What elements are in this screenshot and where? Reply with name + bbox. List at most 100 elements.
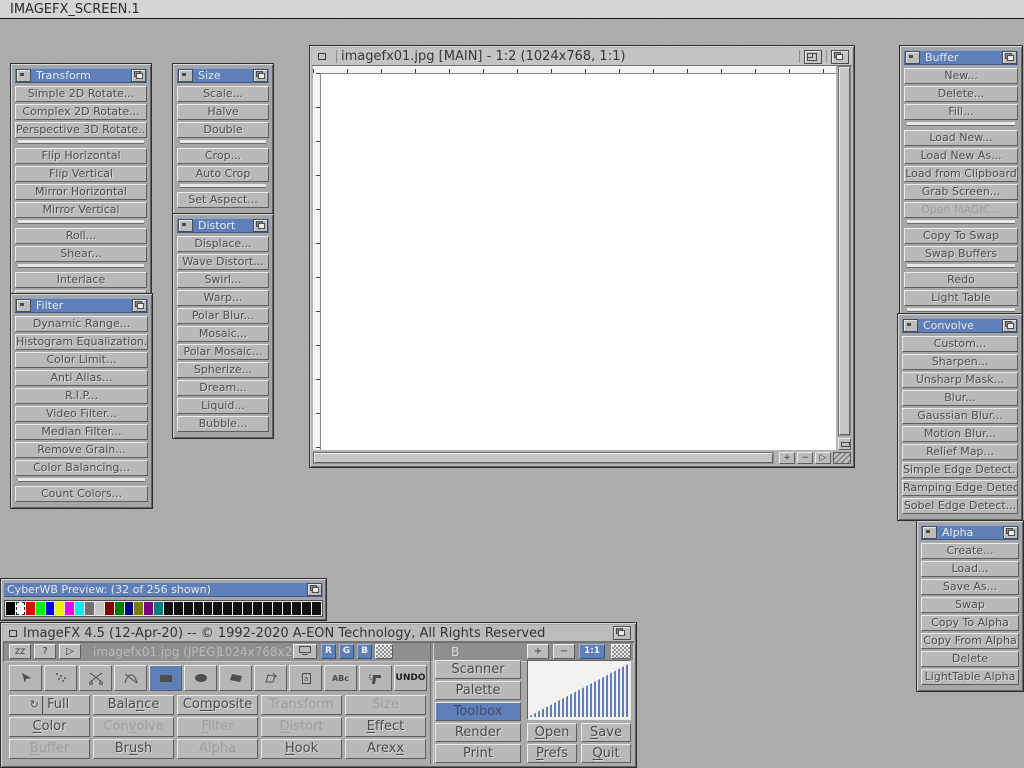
color-swatch[interactable] [253, 602, 262, 615]
color-button[interactable]: Color [9, 717, 90, 737]
color-swatch[interactable] [26, 602, 35, 615]
palette-button[interactable]: Auto Crop [177, 166, 269, 182]
full-cycle-button[interactable]: ↻Full [9, 695, 90, 715]
close-icon[interactable] [903, 319, 918, 332]
color-swatch[interactable] [46, 602, 55, 615]
palette-button[interactable]: Displace... [177, 236, 269, 252]
palette-button[interactable]: Set Aspect... [177, 192, 269, 208]
color-swatch[interactable] [194, 602, 203, 615]
palette-button[interactable]: Gaussian Blur... [902, 408, 1018, 424]
palette-button-main[interactable]: Palette [435, 681, 521, 700]
palette-button[interactable]: Interlace [15, 272, 147, 288]
color-swatch[interactable] [233, 602, 242, 615]
distort-titlebar[interactable]: Distort [177, 218, 269, 233]
close-icon[interactable] [5, 627, 21, 640]
pattern-button[interactable] [611, 644, 631, 659]
color-swatch[interactable] [144, 602, 153, 615]
text-tool[interactable]: ABc [324, 665, 357, 691]
color-swatch[interactable] [115, 602, 124, 615]
zoom-gadget-icon[interactable] [804, 50, 822, 64]
palette-button[interactable]: Simple Edge Detect... [902, 462, 1018, 478]
palette-button[interactable]: Flip Horizontal [15, 148, 147, 164]
depth-icon[interactable] [613, 626, 631, 640]
color-swatch[interactable] [223, 602, 232, 615]
palette-button[interactable]: Shear... [15, 246, 147, 262]
brush-tool[interactable]: a [289, 665, 322, 691]
palette-button[interactable]: Wave Distort... [177, 254, 269, 270]
palette-button[interactable]: Video Filter... [15, 406, 148, 422]
palette-button[interactable]: Mirror Horizontal [15, 184, 147, 200]
green-channel-button[interactable]: G [339, 644, 354, 659]
color-swatch[interactable] [292, 602, 301, 615]
size-titlebar[interactable]: Size [177, 68, 269, 83]
palette-button[interactable]: Scale... [177, 86, 269, 102]
palette-button[interactable]: LightTable Alpha [921, 669, 1019, 685]
quit-button[interactable]: Quit [581, 744, 631, 763]
palette-button[interactable]: Double [177, 122, 269, 138]
palette-button[interactable]: Motion Blur... [902, 426, 1018, 442]
color-swatch[interactable] [273, 602, 282, 615]
palette-button[interactable]: Create... [921, 543, 1019, 559]
color-swatch[interactable] [85, 602, 94, 615]
resize-handle[interactable] [833, 452, 851, 464]
airbrush-tool[interactable] [44, 665, 77, 691]
palette-button[interactable]: Mirror Vertical [15, 202, 147, 218]
color-swatch[interactable] [95, 602, 104, 615]
scrollbar-thumb[interactable] [314, 453, 773, 463]
palette-button[interactable]: Load from Clipboard [904, 166, 1018, 182]
palette-button[interactable]: Polar Blur... [177, 308, 269, 324]
color-swatch[interactable] [283, 602, 292, 615]
render-button[interactable]: Render [435, 723, 521, 742]
prefs-button[interactable]: Prefs [527, 744, 577, 763]
scroll-lock-icon[interactable] [838, 438, 851, 450]
arexx-button[interactable]: Arexx [345, 739, 426, 759]
monitor-button[interactable] [293, 644, 317, 659]
buffer-titlebar[interactable]: Buffer [904, 50, 1018, 65]
depth-icon[interactable] [132, 299, 147, 312]
close-icon[interactable] [16, 299, 31, 312]
depth-icon[interactable] [1002, 319, 1017, 332]
color-swatch[interactable] [36, 602, 45, 615]
image-titlebar[interactable]: imagefx01.jpg [MAIN] - 1:2 (1024x768, 1:… [312, 48, 852, 66]
zoom-out-button[interactable]: − [797, 452, 813, 464]
palette-button[interactable]: Copy To Alpha [921, 615, 1019, 631]
color-swatch[interactable] [184, 602, 193, 615]
close-icon[interactable] [16, 69, 31, 82]
depth-icon[interactable] [1003, 526, 1018, 539]
palette-button[interactable]: Sharpen... [902, 354, 1018, 370]
palette-button[interactable]: Warp... [177, 290, 269, 306]
color-swatch[interactable] [204, 602, 213, 615]
color-swatch[interactable] [105, 602, 114, 615]
scrollbar-thumb[interactable] [839, 67, 850, 435]
blue-channel-button[interactable]: B [357, 644, 372, 659]
depth-icon[interactable] [831, 50, 849, 64]
color-swatch[interactable] [65, 602, 74, 615]
brush-button[interactable]: Brush [93, 739, 174, 759]
color-swatch[interactable] [243, 602, 252, 615]
palette-button[interactable]: Simple 2D Rotate... [15, 86, 147, 102]
help-button[interactable]: ? [34, 644, 56, 659]
palette-button[interactable]: Median Filter... [15, 424, 148, 440]
close-icon[interactable] [922, 526, 937, 539]
palette-button[interactable]: Halve [177, 104, 269, 120]
screen-title-bar[interactable]: IMAGEFX_SCREEN.1 [0, 0, 1024, 19]
color-swatch[interactable] [125, 602, 134, 615]
palette-button[interactable]: Liquid... [177, 398, 269, 414]
palette-button[interactable]: Color Balancing... [15, 460, 148, 476]
palette-button[interactable]: New... [904, 68, 1018, 84]
palette-button[interactable]: Dynamic Range... [15, 316, 148, 332]
ellipse-select-tool[interactable] [184, 665, 217, 691]
color-swatch[interactable] [75, 602, 84, 615]
palette-button[interactable]: Swap Buffers [904, 246, 1018, 262]
palette-button[interactable]: Copy To Swap [904, 228, 1018, 244]
freehand-select-tool[interactable] [254, 665, 287, 691]
palette-button[interactable]: Polar Mosaic... [177, 344, 269, 360]
close-icon[interactable] [178, 219, 193, 232]
palette-button[interactable]: Blur... [902, 390, 1018, 406]
sleep-button[interactable]: zz [9, 644, 31, 659]
palette-button[interactable]: Light Table [904, 290, 1018, 306]
palette-button[interactable]: Color Limit... [15, 352, 148, 368]
scissors-tool[interactable] [79, 665, 112, 691]
dither-toggle-button[interactable] [375, 644, 393, 659]
palette-button[interactable]: Spherize... [177, 362, 269, 378]
